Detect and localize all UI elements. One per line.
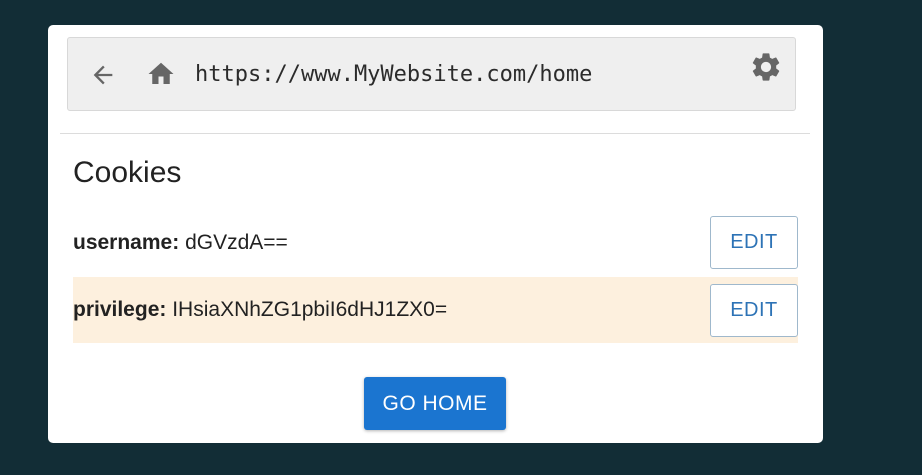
cookie-value: dGVzdA== bbox=[185, 231, 288, 254]
cookie-key: privilege: bbox=[73, 298, 167, 321]
cookie-entry: username: dGVzdA== bbox=[73, 210, 288, 276]
url-text[interactable]: https://www.MyWebsite.com/home bbox=[195, 60, 592, 90]
header-divider bbox=[60, 133, 810, 134]
browser-address-bar: https://www.MyWebsite.com/home bbox=[67, 37, 796, 111]
edit-username-button[interactable]: EDIT bbox=[710, 216, 798, 269]
cookie-row-username: username: dGVzdA== EDIT bbox=[73, 210, 798, 276]
back-arrow-icon[interactable] bbox=[88, 61, 118, 89]
edit-privilege-button[interactable]: EDIT bbox=[710, 284, 798, 337]
cookie-row-privilege: privilege: IHsiaXNhZG1pbiI6dHJ1ZX0= EDIT bbox=[73, 277, 798, 343]
cookie-entry: privilege: IHsiaXNhZG1pbiI6dHJ1ZX0= bbox=[73, 277, 447, 343]
cookie-value: IHsiaXNhZG1pbiI6dHJ1ZX0= bbox=[172, 298, 448, 321]
cookie-key: username: bbox=[73, 231, 180, 254]
settings-gear-icon[interactable] bbox=[749, 50, 783, 84]
cookies-heading: Cookies bbox=[73, 156, 182, 189]
cookie-editor-card: https://www.MyWebsite.com/home Cookies u… bbox=[48, 25, 823, 443]
go-home-button[interactable]: GO HOME bbox=[364, 377, 506, 430]
home-icon[interactable] bbox=[144, 59, 178, 89]
